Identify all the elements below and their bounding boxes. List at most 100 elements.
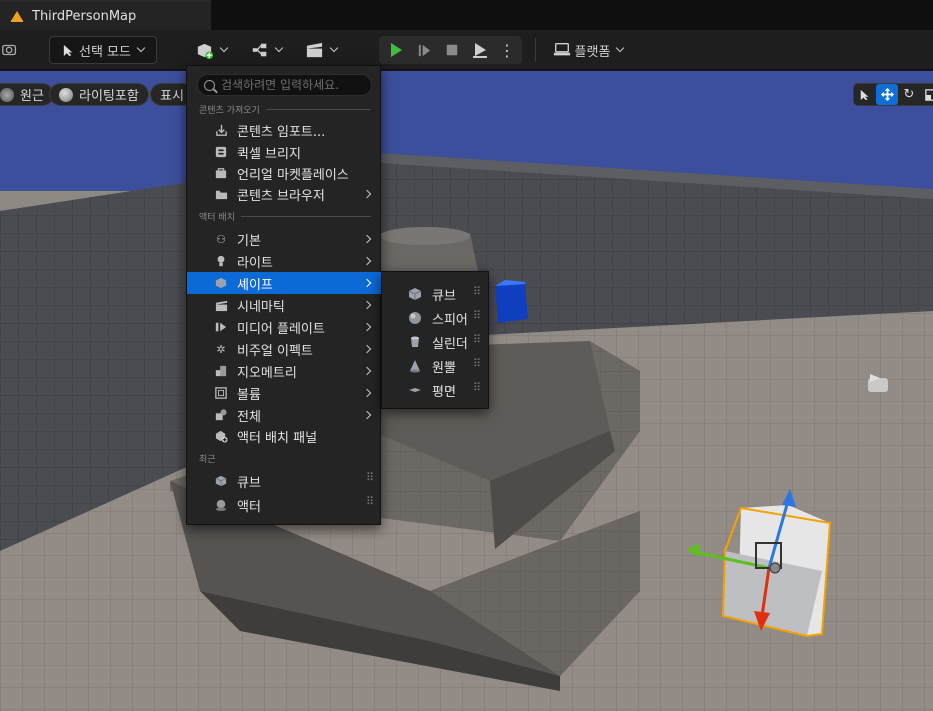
section-label: 액터 배치 <box>199 213 235 223</box>
drag-handle-icon[interactable]: ⠿ <box>473 310 481 321</box>
shape-icon <box>214 276 228 290</box>
shapes-submenu: 큐브 ⠿ 스피어 ⠿ 실린더 ⠿ 원뿔 ⠿ 평면 ⠿ <box>381 271 489 409</box>
shape-item-plane[interactable]: 평면 ⠿ <box>382 378 490 402</box>
cube-icon <box>214 474 228 488</box>
select-mode-dropdown[interactable]: 선택 모드 <box>49 36 157 64</box>
transform-tools: ↻ <box>853 83 933 106</box>
title-bar: ThirdPersonMap <box>0 0 933 30</box>
menu-item-import[interactable]: 콘텐츠 임포트... <box>187 119 382 141</box>
menu-item-shapes[interactable]: 셰이프 <box>187 272 382 294</box>
menu-search-box[interactable] <box>197 74 372 96</box>
actor-icon <box>214 498 228 512</box>
show-label: 표시 <box>160 89 184 104</box>
save-icon[interactable] <box>0 36 20 64</box>
menu-item-label: 시네마틱 <box>237 299 285 315</box>
blueprint-button[interactable] <box>246 36 286 64</box>
eject-button[interactable] <box>469 36 491 64</box>
menu-search-input[interactable] <box>221 78 361 92</box>
shape-item-label: 원뿔 <box>432 360 456 376</box>
menu-item-label: 지오메트리 <box>237 365 297 381</box>
menu-item-label: 라이트 <box>237 255 273 271</box>
menu-item-marketplace[interactable]: 언리얼 마켓플레이스 <box>187 162 382 184</box>
bridge-icon <box>214 145 228 159</box>
menu-item-label: 미디어 플레이트 <box>237 321 325 337</box>
folder-icon <box>214 187 228 201</box>
scale-tool-button[interactable] <box>920 84 933 105</box>
basic-icon: ⚇ <box>216 232 226 246</box>
shape-item-sphere[interactable]: 스피어 ⠿ <box>382 306 490 330</box>
advance-frame-button[interactable] <box>413 36 435 64</box>
shape-item-cylinder[interactable]: 실린더 ⠿ <box>382 330 490 354</box>
menu-item-label: 콘텐츠 브라우저 <box>237 188 325 204</box>
platforms-dropdown[interactable]: 플랫폼 <box>550 36 626 64</box>
translate-tool-button[interactable] <box>876 84 898 105</box>
menu-item-cinematic[interactable]: 시네마틱 <box>187 294 382 316</box>
menu-item-label: 콘텐츠 임포트... <box>237 124 326 140</box>
cursor-icon <box>860 89 869 100</box>
chevron-right-icon <box>362 234 372 244</box>
menu-item-all[interactable]: 전체 <box>187 404 382 426</box>
chevron-right-icon <box>362 388 372 398</box>
place-panel-icon <box>214 429 228 443</box>
step-frame-icon <box>418 44 430 56</box>
chevron-right-icon <box>362 410 372 420</box>
rotate-tool-button[interactable]: ↻ <box>898 84 920 105</box>
quick-add-button[interactable] <box>190 36 232 64</box>
main-toolbar: 선택 모드 ⋮ 플랫폼 <box>0 30 933 70</box>
menu-item-label: 액터 배치 패널 <box>237 430 318 446</box>
chevron-right-icon <box>362 322 372 332</box>
menu-item-label: 셰이프 <box>237 277 273 293</box>
import-icon <box>214 123 228 137</box>
play-options-button[interactable]: ⋮ <box>497 36 517 64</box>
plane-icon <box>409 388 421 392</box>
menu-item-bridge[interactable]: 퀵셀 브리지 <box>187 141 382 163</box>
drag-handle-icon[interactable]: ⠿ <box>473 358 481 369</box>
recent-item-cube[interactable]: 큐브 ⠿ <box>187 470 382 492</box>
scale-icon <box>925 88 933 101</box>
shape-item-cube[interactable]: 큐브 ⠿ <box>382 282 490 306</box>
menu-item-basic[interactable]: ⚇ 기본 <box>187 228 382 250</box>
section-label: 최근 <box>199 455 216 465</box>
play-button[interactable] <box>385 36 407 64</box>
vfx-icon: ✲ <box>216 342 226 356</box>
volume-icon <box>214 386 228 400</box>
move-icon <box>880 88 894 101</box>
menu-item-media-plate[interactable]: 미디어 플레이트 <box>187 316 382 338</box>
blueprint-icon <box>252 43 266 57</box>
level-tab[interactable]: ThirdPersonMap <box>0 0 211 30</box>
drag-handle-icon[interactable]: ⠿ <box>473 334 481 345</box>
drag-handle-icon[interactable]: ⠿ <box>366 496 374 507</box>
drag-handle-icon[interactable]: ⠿ <box>473 286 481 297</box>
menu-item-visual-effects[interactable]: ✲ 비주얼 이펙트 <box>187 338 382 360</box>
cone-icon <box>410 360 420 373</box>
cube-icon <box>408 288 422 300</box>
menu-item-label: 언리얼 마켓플레이스 <box>237 167 349 183</box>
lit-sphere-icon <box>59 87 73 102</box>
section-divider <box>240 216 371 217</box>
perspective-button[interactable]: 원근 <box>0 83 54 106</box>
light-icon <box>214 254 228 268</box>
menu-item-place-actors-panel[interactable]: 액터 배치 패널 <box>187 425 382 447</box>
menu-item-light[interactable]: 라이트 <box>187 250 382 272</box>
view-mode-button[interactable]: 라이팅포함 <box>49 83 149 106</box>
platform-icon <box>553 43 570 56</box>
drag-handle-icon[interactable]: ⠿ <box>473 382 481 393</box>
cinematics-button[interactable] <box>300 36 342 64</box>
stop-button[interactable] <box>441 36 463 64</box>
menu-item-content-browser[interactable]: 콘텐츠 브라우저 <box>187 183 382 205</box>
select-tool-button[interactable] <box>854 84 876 105</box>
menu-item-geometry[interactable]: 지오메트리 <box>187 360 382 382</box>
shape-item-label: 스피어 <box>432 312 468 328</box>
menu-item-volume[interactable]: 볼륨 <box>187 382 382 404</box>
marketplace-icon <box>214 166 228 180</box>
section-header-place: 액터 배치 <box>199 210 371 223</box>
drag-handle-icon[interactable]: ⠿ <box>366 472 374 483</box>
cylinder-icon <box>411 336 419 347</box>
shape-item-cone[interactable]: 원뿔 ⠿ <box>382 354 490 378</box>
level-tab-title: ThirdPersonMap <box>32 8 137 24</box>
section-divider <box>265 109 371 110</box>
shape-item-label: 실린더 <box>432 336 468 352</box>
chevron-right-icon <box>362 300 372 310</box>
recent-item-actor[interactable]: 액터 ⠿ <box>187 494 382 516</box>
menu-item-label: 볼륨 <box>237 387 261 403</box>
